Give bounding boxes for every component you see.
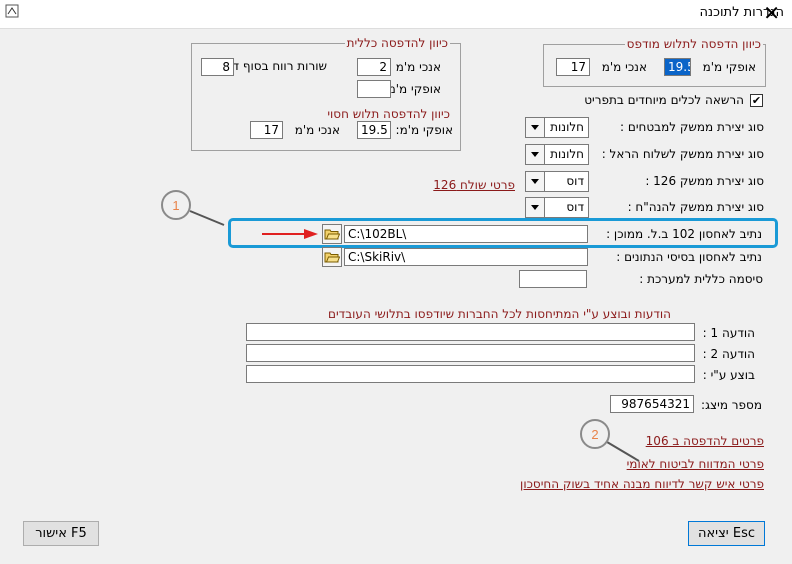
callout-2-pointer [606,441,640,462]
callout-2-text: 2 [591,427,598,442]
callout-1-pointer [189,210,225,226]
callout-1-text: 1 [172,198,179,213]
annotation-overlay: 1 2 [161,190,640,462]
red-arrow-icon [262,229,318,239]
